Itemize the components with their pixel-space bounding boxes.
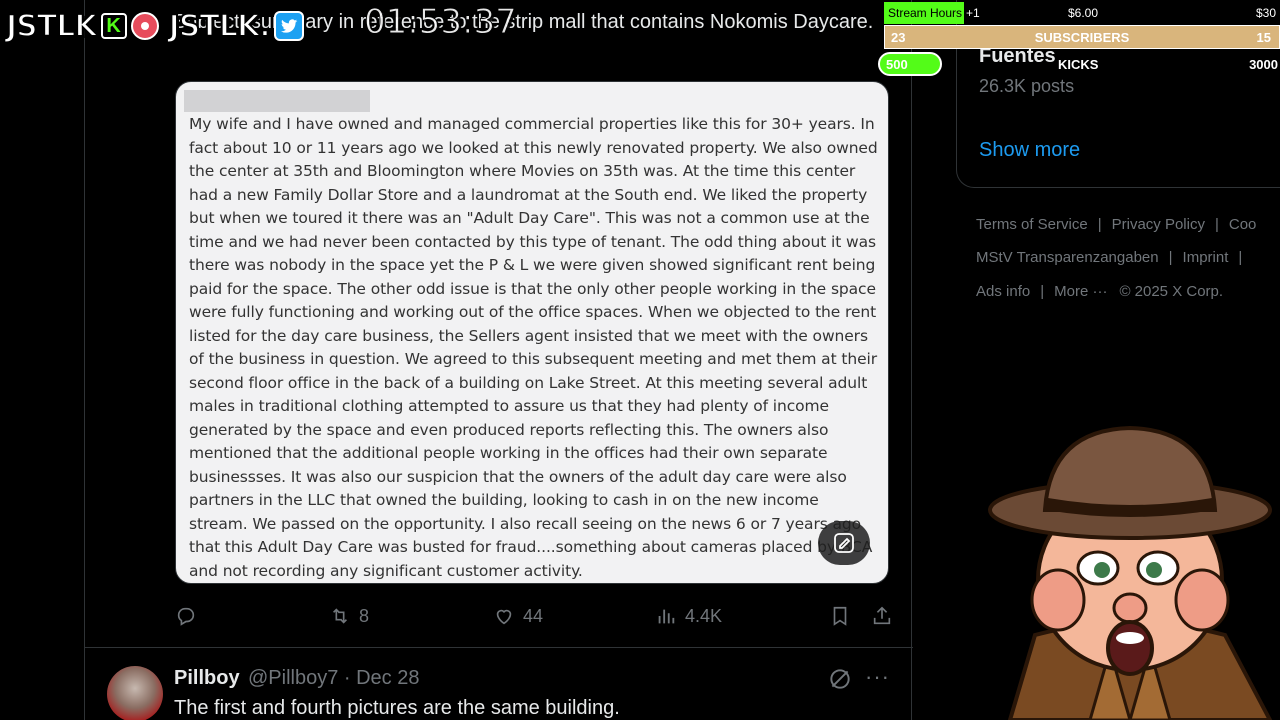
mstv-link[interactable]: MStV Transparenzangaben (976, 249, 1159, 266)
more-icon[interactable]: ··· (865, 664, 890, 690)
reply-post[interactable]: Pillboy @Pillboy7 · Dec 28 ··· The first… (85, 648, 913, 720)
stream-hours-label: Stream Hours (888, 6, 963, 20)
more-link[interactable]: More ··· (1054, 283, 1107, 300)
repost-count: 8 (359, 605, 370, 626)
post-actions: 8 44 4.4K (175, 600, 895, 632)
kicks-goal: 500 KICKS 3000 (878, 52, 1280, 76)
like-count: 44 (523, 605, 544, 626)
footer-separator: | (1097, 216, 1102, 233)
reply-author-name[interactable]: Pillboy (174, 667, 240, 690)
privacy-link[interactable]: Privacy Policy (1112, 216, 1205, 233)
image-text: My wife and I have owned and managed com… (189, 115, 878, 580)
kicks-goal-value: 3000 (1249, 57, 1278, 72)
show-more-link[interactable]: Show more (979, 139, 1080, 162)
bookmark-button[interactable] (829, 600, 851, 632)
kicks-current: 500 (886, 57, 908, 72)
subscribers-goal: 23 SUBSCRIBERS 15 (884, 25, 1280, 49)
kick-icon: K (100, 13, 127, 39)
logo-text-right: JSTLK. (168, 8, 272, 45)
reply-icon (177, 607, 195, 626)
reply-button[interactable] (175, 600, 197, 632)
cookies-link[interactable]: Coo (1229, 216, 1257, 233)
footer-separator: | (1168, 249, 1173, 266)
post-image[interactable]: My wife and I have owned and managed com… (175, 81, 889, 584)
bookmark-icon (833, 606, 847, 626)
redacted-bar (184, 90, 370, 112)
footer-separator: | (1040, 283, 1045, 300)
footer-separator: | (1214, 216, 1219, 233)
stream-timer: 01:53:37 (364, 2, 518, 43)
ads-info-link[interactable]: Ads info (976, 283, 1030, 300)
kicks-label: KICKS (1058, 57, 1099, 72)
subs-label: SUBSCRIBERS (1034, 30, 1130, 45)
grok-icon[interactable] (827, 666, 853, 692)
reply-text: The first and fourth pictures are the sa… (174, 697, 620, 719)
profile-posts-count: 26.3K posts (979, 76, 1075, 96)
imprint-link[interactable]: Imprint (1183, 249, 1229, 266)
stream-hours-max: $30 (1255, 6, 1276, 20)
detective-mascot (988, 425, 1273, 720)
logo-text-left: JSTLK (5, 8, 99, 45)
repost-icon (332, 608, 348, 624)
heart-icon (496, 609, 512, 625)
stream-hours-increment: +1 (966, 6, 980, 20)
grok-edit-icon (834, 533, 854, 553)
stream-hours-goal: Stream Hours +1 $6.00 $30 (884, 2, 1280, 24)
share-button[interactable] (871, 600, 893, 632)
analytics-icon (658, 609, 675, 624)
reply-meta[interactable]: @Pillboy7 · Dec 28 (248, 667, 419, 690)
stream-logo: JSTLK K JSTLK. (5, 6, 304, 46)
share-icon (873, 606, 891, 625)
views-button[interactable]: 4.4K (655, 600, 722, 632)
record-icon (130, 12, 159, 40)
views-count: 4.4K (685, 605, 723, 626)
like-button[interactable]: 44 (493, 600, 543, 632)
grok-image-button[interactable] (818, 521, 870, 565)
repost-button[interactable]: 8 (329, 600, 369, 632)
copyright: © 2025 X Corp. (1119, 283, 1224, 300)
feed-column: Subject: summary in reference to the str… (84, 0, 913, 720)
avatar[interactable] (107, 666, 163, 720)
twitter-icon (273, 11, 304, 41)
footer-separator: | (1238, 249, 1243, 266)
stream-hours-amount: $6.00 (1068, 6, 1099, 20)
subs-goal: 15 (1256, 30, 1271, 45)
terms-link[interactable]: Terms of Service (976, 216, 1088, 233)
